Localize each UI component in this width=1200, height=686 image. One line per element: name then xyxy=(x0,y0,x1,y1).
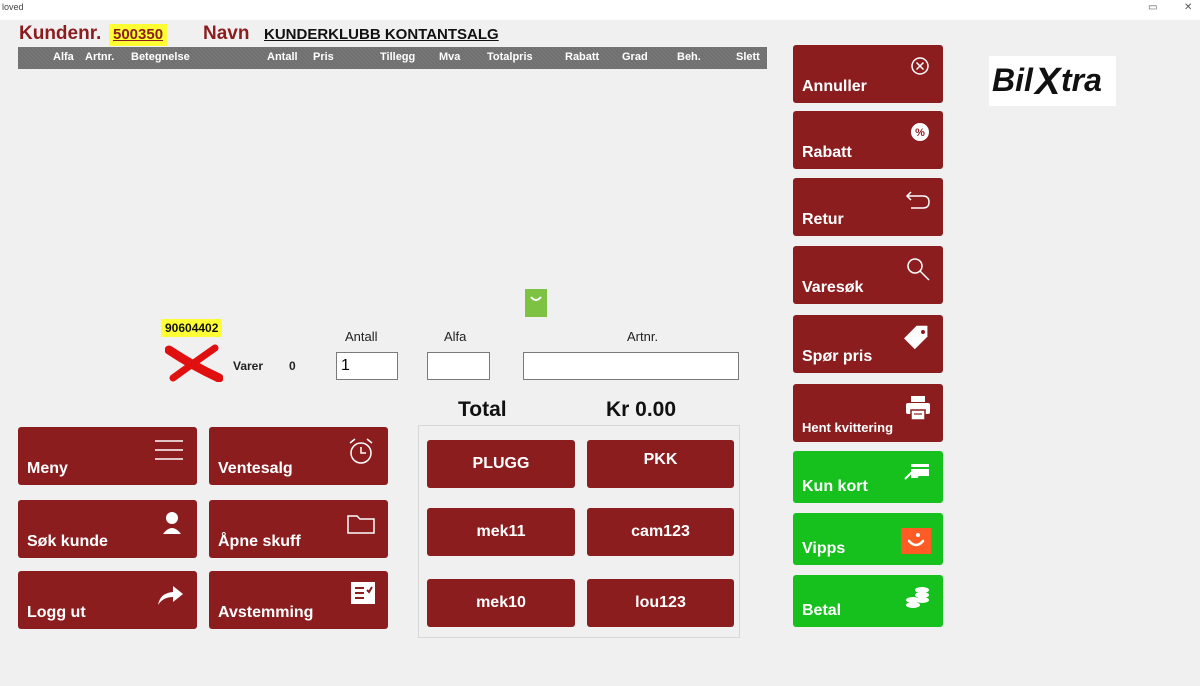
discount-button-label: Rabatt xyxy=(802,144,852,161)
ventesalg-button[interactable]: Ventesalg xyxy=(209,427,388,485)
menu-icon xyxy=(155,437,185,468)
reconcile-button-label: Avstemming xyxy=(218,604,314,621)
logout-button[interactable]: Logg ut xyxy=(18,571,197,629)
logo-x: X xyxy=(1033,61,1063,103)
window-titlebar: loved ▭ ✕ xyxy=(0,0,1200,20)
person-icon xyxy=(159,510,185,541)
col-betegnelse[interactable]: Betegnelse xyxy=(131,51,190,63)
artnr-label: Artnr. xyxy=(627,329,659,344)
quantity-label: Antall xyxy=(345,329,378,344)
coins-icon xyxy=(905,585,931,616)
share-arrow-icon xyxy=(155,581,185,612)
open-drawer-button-label: Åpne skuff xyxy=(218,533,301,550)
vipps-icon xyxy=(901,528,931,559)
cancel-button[interactable]: Annuller xyxy=(793,45,943,103)
total-amount: Kr 0.00 xyxy=(606,398,677,421)
fetch-receipt-button-label: Hent kvittering xyxy=(802,420,894,435)
card-only-button-label: Kun kort xyxy=(802,478,868,495)
col-mva[interactable]: Mva xyxy=(439,51,460,63)
bilxtra-logo: Bil X tra xyxy=(989,56,1116,106)
discount-button[interactable]: Rabatt % xyxy=(793,111,943,169)
search-customer-button[interactable]: Søk kunde xyxy=(18,500,197,558)
logo-tra: tra xyxy=(1061,62,1102,98)
col-tillegg[interactable]: Tillegg xyxy=(380,51,415,63)
svg-text:%: % xyxy=(915,127,925,139)
ventesalg-button-label: Ventesalg xyxy=(218,460,293,477)
cancel-button-label: Annuller xyxy=(802,78,867,95)
pay-button[interactable]: Betal xyxy=(793,575,943,627)
vipps-button[interactable]: Vipps xyxy=(793,513,943,565)
price-tag-icon xyxy=(903,325,931,358)
clear-x-icon[interactable] xyxy=(164,344,224,387)
return-button-label: Retur xyxy=(802,211,844,228)
total-label: Total xyxy=(458,398,507,421)
menu-button[interactable]: Meny xyxy=(18,427,197,485)
vipps-button-label: Vipps xyxy=(802,540,846,557)
magnifier-icon xyxy=(905,256,931,287)
price-check-button-label: Spør pris xyxy=(802,348,873,365)
logout-button-label: Logg ut xyxy=(27,604,86,621)
col-beh[interactable]: Beh. xyxy=(677,51,701,63)
quick-button-cam123[interactable]: cam123 xyxy=(587,508,734,556)
checklist-icon xyxy=(350,581,376,610)
col-antall[interactable]: Antall xyxy=(267,51,298,63)
printer-icon xyxy=(905,394,931,427)
close-icon[interactable]: ✕ xyxy=(1184,2,1192,13)
price-check-button[interactable]: Spør pris xyxy=(793,315,943,373)
quick-button-mek11[interactable]: mek11 xyxy=(427,508,575,556)
name-label: Navn xyxy=(203,23,250,44)
window-title: loved xyxy=(2,2,24,12)
item-search-button[interactable]: Varesøk xyxy=(793,246,943,304)
items-label: Varer xyxy=(233,359,264,373)
open-drawer-button[interactable]: Åpne skuff xyxy=(209,500,388,558)
pay-button-label: Betal xyxy=(802,602,842,619)
col-artnr[interactable]: Artnr. xyxy=(85,51,114,63)
folder-icon xyxy=(346,510,376,541)
col-rabatt[interactable]: Rabatt xyxy=(565,51,599,63)
quantity-input[interactable] xyxy=(336,352,398,380)
col-pris[interactable]: Pris xyxy=(313,51,334,63)
customer-name[interactable]: KUNDERKLUBB KONTANTSALG xyxy=(264,26,499,43)
col-grad[interactable]: Grad xyxy=(622,51,648,63)
return-button[interactable]: Retur xyxy=(793,178,943,236)
col-totalpris[interactable]: Totalpris xyxy=(487,51,533,63)
customer-number-badge[interactable]: 500350 xyxy=(109,24,168,46)
col-alfa[interactable]: Alfa xyxy=(53,51,74,63)
quick-button-plugg[interactable]: PLUGG xyxy=(427,440,575,488)
quick-button-pkk[interactable]: PKK xyxy=(587,440,734,488)
search-customer-button-label: Søk kunde xyxy=(27,533,108,550)
fetch-receipt-button[interactable]: Hent kvittering xyxy=(793,384,943,442)
customer-number: 500350 xyxy=(113,26,164,43)
quick-button-lou123[interactable]: lou123 xyxy=(587,579,734,627)
reconcile-button[interactable]: Avstemming xyxy=(209,571,388,629)
logo-bil: Bil xyxy=(992,62,1034,98)
col-slett[interactable]: Slett xyxy=(736,51,760,63)
alarm-clock-icon xyxy=(346,437,376,472)
return-arrow-icon xyxy=(905,188,931,217)
card-payment-icon xyxy=(903,461,931,488)
alfa-label: Alfa xyxy=(444,329,467,344)
maximize-icon[interactable]: ▭ xyxy=(1148,2,1157,13)
order-lines-header: Alfa Artnr. Betegnelse Antall Pris Tille… xyxy=(18,47,767,69)
cancel-circle-icon xyxy=(909,55,931,82)
barcode-label: 90604402 xyxy=(161,319,223,337)
percent-badge-icon: % xyxy=(909,121,931,148)
menu-button-label: Meny xyxy=(27,460,68,477)
shopping-bag-icon[interactable] xyxy=(525,289,547,317)
customer-number-label: Kundenr. xyxy=(19,23,102,44)
card-only-button[interactable]: Kun kort xyxy=(793,451,943,503)
item-search-button-label: Varesøk xyxy=(802,279,864,296)
items-count: 0 xyxy=(289,359,296,373)
alfa-input[interactable] xyxy=(427,352,490,380)
quick-button-mek10[interactable]: mek10 xyxy=(427,579,575,627)
artnr-input[interactable] xyxy=(523,352,739,380)
